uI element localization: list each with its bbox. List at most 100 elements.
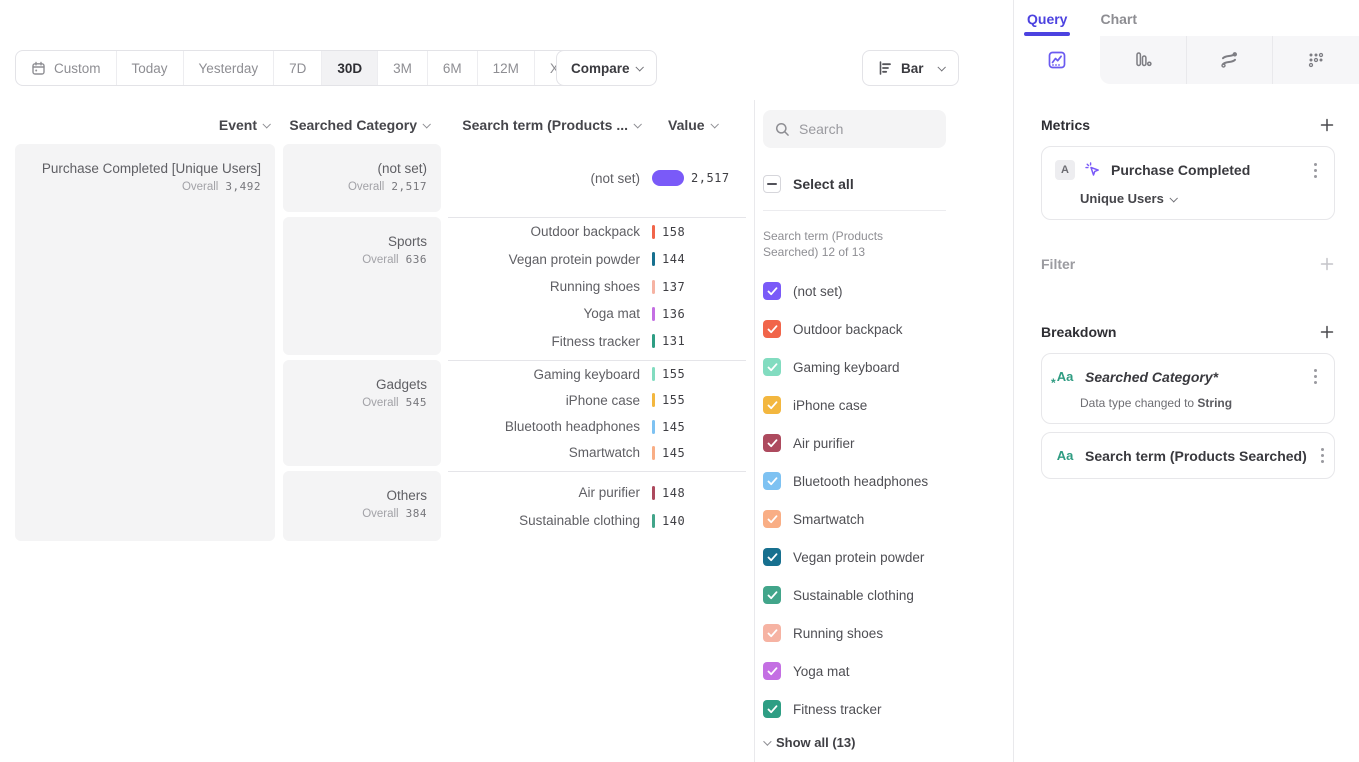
term-row-not-set[interactable]: (not set)2,517	[448, 164, 746, 192]
add-filter-button[interactable]	[1319, 256, 1335, 272]
breakdown-menu-button[interactable]	[1317, 446, 1328, 465]
compare-button[interactable]: Compare	[556, 50, 657, 86]
checked-checkbox[interactable]	[763, 662, 781, 680]
date-range-3m[interactable]: 3M	[378, 51, 428, 85]
value-text: 148	[662, 486, 685, 500]
checked-checkbox[interactable]	[763, 510, 781, 528]
checked-checkbox[interactable]	[763, 624, 781, 642]
checked-checkbox[interactable]	[763, 282, 781, 300]
metric-card[interactable]: A Purchase Completed Unique Users	[1041, 146, 1335, 220]
show-all-button[interactable]: Show all (13)	[763, 735, 946, 750]
filter-item-air-purifier[interactable]: Air purifier	[763, 424, 946, 462]
tab-retention[interactable]	[1272, 36, 1359, 84]
select-all-checkbox[interactable]	[763, 175, 781, 193]
checked-checkbox[interactable]	[763, 472, 781, 490]
filter-item-not-set[interactable]: (not set)	[763, 272, 946, 310]
filter-item-fitness-tracker[interactable]: Fitness tracker	[763, 690, 946, 728]
filter-item-smartwatch[interactable]: Smartwatch	[763, 500, 946, 538]
value-bar	[652, 486, 655, 500]
event-cell[interactable]: Purchase Completed [Unique Users] Overal…	[15, 144, 275, 541]
checked-checkbox[interactable]	[763, 396, 781, 414]
filter-item-vegan-protein-powder[interactable]: Vegan protein powder	[763, 538, 946, 576]
tab-funnels[interactable]	[1100, 36, 1186, 84]
date-range-custom[interactable]: Custom	[16, 51, 117, 85]
bar-chart-icon	[877, 60, 893, 76]
checked-checkbox[interactable]	[763, 700, 781, 718]
column-header-value[interactable]: Value	[668, 117, 717, 133]
term-row-iphone-case[interactable]: iPhone case155	[448, 387, 746, 413]
date-range-today[interactable]: Today	[117, 51, 184, 85]
checked-checkbox[interactable]	[763, 434, 781, 452]
checked-checkbox[interactable]	[763, 548, 781, 566]
column-header-search-term[interactable]: Search term (Products ...	[448, 117, 640, 133]
tab-query[interactable]: Query	[1027, 11, 1067, 36]
term-row-running-shoes[interactable]: Running shoes137	[448, 273, 746, 300]
filter-item-sustainable-clothing[interactable]: Sustainable clothing	[763, 576, 946, 614]
breakdown-property-name: Search term (Products Searched)	[1085, 448, 1307, 464]
report-type-tabs	[1014, 36, 1359, 84]
category-cell-sports[interactable]: SportsOverall636	[283, 217, 441, 355]
filter-item-gaming-keyboard[interactable]: Gaming keyboard	[763, 348, 946, 386]
term-group-others: Air purifier148Sustainable clothing140	[448, 471, 746, 541]
category-cell-not-set[interactable]: (not set)Overall2,517	[283, 144, 441, 212]
aggregation-selector[interactable]: Unique Users	[1080, 191, 1321, 206]
value-bar	[652, 514, 655, 528]
tab-flows[interactable]	[1186, 36, 1273, 84]
term-row-sustainable-clothing[interactable]: Sustainable clothing140	[448, 507, 746, 535]
date-range-7d[interactable]: 7D	[274, 51, 322, 85]
breakdown-card-search-term[interactable]: Aa Search term (Products Searched)	[1041, 432, 1335, 479]
date-range-yesterday[interactable]: Yesterday	[184, 51, 275, 85]
filter-item-label: Outdoor backpack	[793, 322, 903, 337]
column-header-event[interactable]: Event	[15, 117, 275, 133]
category-cell-others[interactable]: OthersOverall384	[283, 471, 441, 541]
filter-item-bluetooth-headphones[interactable]: Bluetooth headphones	[763, 462, 946, 500]
dots-grid-icon	[1306, 50, 1326, 70]
select-all-row[interactable]: Select all	[763, 175, 946, 193]
checked-checkbox[interactable]	[763, 320, 781, 338]
event-overall-value: 3,492	[225, 180, 261, 193]
overall-label: Overall	[182, 181, 218, 193]
value-bar	[652, 307, 655, 321]
checked-checkbox[interactable]	[763, 358, 781, 376]
value-bar	[652, 334, 655, 348]
filter-item-label: Gaming keyboard	[793, 360, 900, 375]
date-range-6m[interactable]: 6M	[428, 51, 478, 85]
chart-type-button[interactable]: Bar	[862, 50, 959, 86]
chevron-down-icon	[635, 63, 643, 71]
term-row-fitness-tracker[interactable]: Fitness tracker131	[448, 328, 746, 355]
chevron-down-icon	[1169, 194, 1177, 202]
term-row-smartwatch[interactable]: Smartwatch145	[448, 440, 746, 466]
term-row-outdoor-backpack[interactable]: Outdoor backpack158	[448, 218, 746, 245]
term-group-sports: Outdoor backpack158Vegan protein powder1…	[448, 217, 746, 355]
breakdown-menu-button[interactable]	[1310, 367, 1321, 386]
add-metric-button[interactable]	[1319, 117, 1335, 133]
metric-menu-button[interactable]	[1310, 161, 1321, 180]
magic-event-icon	[1085, 162, 1101, 178]
search-input[interactable]	[799, 121, 934, 137]
add-breakdown-button[interactable]	[1319, 324, 1335, 340]
category-cell-gadgets[interactable]: GadgetsOverall545	[283, 360, 441, 466]
term-row-vegan-protein-powder[interactable]: Vegan protein powder144	[448, 245, 746, 272]
filter-item-yoga-mat[interactable]: Yoga mat	[763, 652, 946, 690]
term-row-gaming-keyboard[interactable]: Gaming keyboard155	[448, 361, 746, 387]
breakdown-property-name: Searched Category*	[1085, 369, 1300, 385]
list-caption: Search term (Products Searched) 12 of 13	[763, 228, 935, 260]
filter-item-running-shoes[interactable]: Running shoes	[763, 614, 946, 652]
modified-star-icon: *	[1051, 376, 1056, 390]
term-group-not-set: (not set)2,517	[448, 144, 746, 212]
date-range-30d[interactable]: 30D	[322, 51, 378, 85]
tab-insights[interactable]	[1014, 36, 1100, 84]
filter-item-outdoor-backpack[interactable]: Outdoor backpack	[763, 310, 946, 348]
filter-item-iphone-case[interactable]: iPhone case	[763, 386, 946, 424]
term-row-air-purifier[interactable]: Air purifier148	[448, 479, 746, 507]
tab-chart[interactable]: Chart	[1100, 11, 1137, 36]
sidebar-tabs: Query Chart	[1014, 0, 1359, 36]
column-header-searched-category[interactable]: Searched Category	[283, 117, 441, 133]
term-row-bluetooth-headphones[interactable]: Bluetooth headphones145	[448, 414, 746, 440]
search-box[interactable]	[763, 110, 946, 148]
term-row-yoga-mat[interactable]: Yoga mat136	[448, 300, 746, 327]
date-range-12m[interactable]: 12M	[478, 51, 535, 85]
breakdown-card-searched-category[interactable]: Aa* Searched Category* Data type changed…	[1041, 353, 1335, 424]
funnel-bars-icon	[1133, 50, 1153, 70]
checked-checkbox[interactable]	[763, 586, 781, 604]
